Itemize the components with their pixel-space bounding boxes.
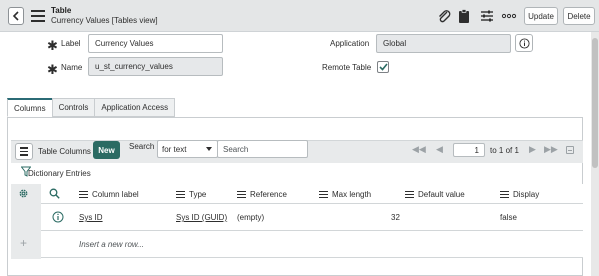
search-field-value: for text [162,144,187,154]
update-button[interactable]: Update [524,7,558,25]
column-header-label[interactable]: Column label [79,190,139,199]
application-info-button[interactable] [515,34,533,52]
cell-reference: (empty) [237,213,265,222]
form-context-menu-icon[interactable] [31,10,45,22]
last-page-icon[interactable]: ▶▶ [544,144,558,155]
page-range-label: to 1 of 1 [490,146,519,155]
application-field-label: Application [330,39,370,48]
list-context-menu-button[interactable] [15,143,33,160]
search-label: Search [129,142,155,151]
tab-controls[interactable]: Controls [51,98,96,117]
first-page-icon[interactable]: ◀◀ [412,144,426,155]
column-header-max-length[interactable]: Max length [319,190,371,199]
page-number-input[interactable]: 1 [453,143,485,157]
remote-table-checkbox[interactable] [377,61,389,73]
form-title: Table Currency Values [Tables view] [51,6,158,25]
search-icon[interactable] [49,188,60,199]
paperclip-icon[interactable] [436,8,452,24]
column-header-type[interactable]: Type [176,190,206,199]
chevron-down-icon [206,147,212,151]
chevron-left-icon [12,11,19,21]
add-row-icon[interactable]: + [20,236,27,250]
filter-breadcrumb[interactable]: Dictionary Entries [28,169,91,178]
cell-max-length: 32 [391,213,400,222]
required-marker-icon: ✱ [47,62,58,77]
column-header-default-value[interactable]: Default value [405,190,465,199]
remote-table-field-label: Remote Table [322,63,372,72]
collapse-list-icon[interactable] [566,146,574,154]
sliders-icon[interactable] [479,8,495,24]
checkmark-icon [378,63,388,71]
tab-columns[interactable]: Columns [7,98,53,117]
column-header-reference[interactable]: Reference [237,190,287,199]
application-input: Global [376,34,511,53]
preview-info-icon[interactable] [52,211,64,223]
tab-application-access[interactable]: Application Access [94,98,176,117]
page-subtitle: Currency Values [Tables view] [51,16,158,25]
info-icon [518,37,530,49]
more-options-icon[interactable] [501,8,517,24]
back-button[interactable] [8,7,24,25]
page-title: Table [51,6,72,15]
name-field-label: Name [61,63,83,72]
previous-page-icon[interactable]: ◀ [436,144,443,155]
cell-column-label[interactable]: Sys ID [79,213,103,222]
insert-row-label[interactable]: Insert a new row... [79,240,144,249]
required-marker-icon: ✱ [47,38,58,53]
search-field-select[interactable]: for text [157,140,218,158]
delete-button[interactable]: Delete [563,7,595,25]
clipboard-icon[interactable] [456,8,472,24]
cell-display: false [500,213,517,222]
cell-type[interactable]: Sys ID (GUID) [176,213,227,222]
related-list-tabs: Columns Controls Application Access [7,98,176,117]
name-input: u_st_currency_values [88,57,223,76]
list-title: Table Columns [38,147,91,156]
next-page-icon[interactable]: ▶ [529,144,536,155]
gear-icon[interactable] [18,188,29,199]
new-button[interactable]: New [93,141,120,159]
label-field-label: Label [61,39,81,48]
label-input[interactable]: Currency Values [88,34,223,53]
column-header-display[interactable]: Display [500,190,539,199]
page-scrollbar[interactable] [591,32,599,276]
form-header: Table Currency Values [Tables view] Upda… [0,0,599,32]
search-input[interactable]: Search [217,140,308,158]
